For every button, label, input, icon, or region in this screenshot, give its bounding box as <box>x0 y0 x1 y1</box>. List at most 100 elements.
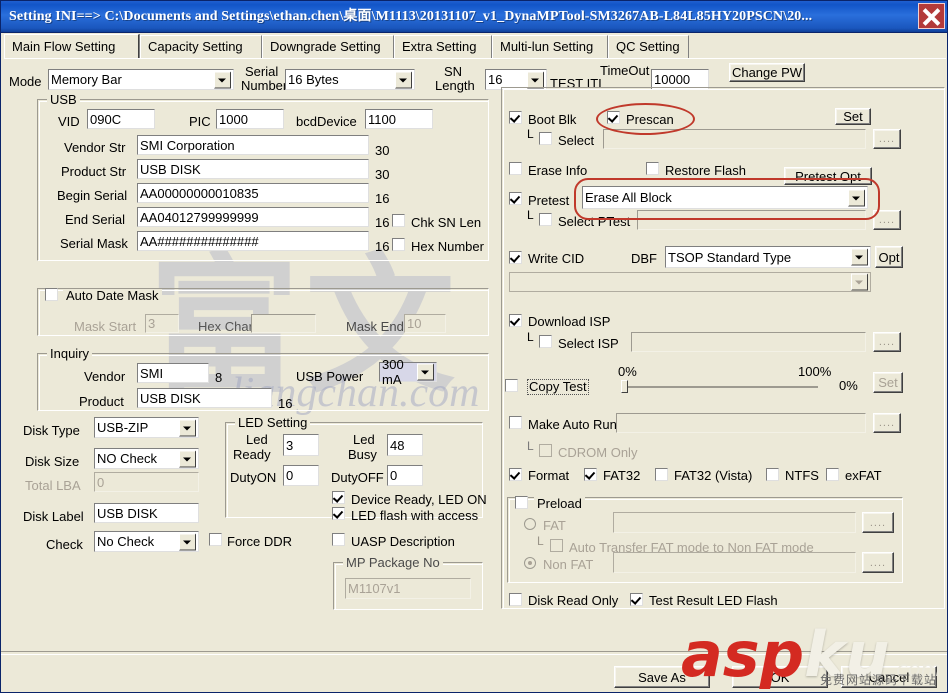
disk-size-value: NO Check <box>97 451 157 466</box>
pretest-checkbox[interactable] <box>509 192 522 205</box>
window-title: Setting INI==> C:\Documents and Settings… <box>9 5 812 25</box>
usb-power-label: USB Power <box>296 370 363 384</box>
format-checkbox[interactable] <box>509 468 522 481</box>
duty-off-input[interactable]: 0 <box>387 465 423 486</box>
serial-mask-input[interactable]: AA############## <box>137 231 369 251</box>
pid-input[interactable]: 1000 <box>216 109 284 129</box>
hex-number-label: Hex Number <box>411 240 484 254</box>
boot-select-browse-button[interactable]: .... <box>873 129 901 149</box>
check-value: No Check <box>97 534 154 549</box>
mode-select[interactable]: Memory Bar <box>48 69 234 90</box>
disk-read-only-checkbox[interactable] <box>509 593 522 606</box>
preload-checkbox[interactable] <box>515 496 528 509</box>
test-result-led-checkbox[interactable] <box>630 593 643 606</box>
end-serial-input[interactable]: AA04012799999999 <box>137 207 369 227</box>
copy-test-slider-thumb[interactable] <box>621 380 628 393</box>
pretest-opt-button[interactable]: Pretest Opt <box>784 167 872 185</box>
vid-input[interactable]: 090C <box>87 109 155 129</box>
dbf-opt-button[interactable]: Opt <box>875 246 903 268</box>
fat-browse-button[interactable]: .... <box>862 512 894 533</box>
write-cid-checkbox[interactable] <box>509 251 522 264</box>
tab-capacity-setting[interactable]: Capacity Setting <box>140 35 262 58</box>
uasp-description-checkbox[interactable] <box>332 533 345 546</box>
led-flash-access-checkbox[interactable] <box>332 507 345 520</box>
disk-label-input[interactable]: USB DISK <box>94 503 199 523</box>
hex-char-input[interactable] <box>251 314 316 333</box>
tab-main-flow-setting[interactable]: Main Flow Setting <box>4 34 139 59</box>
duty-on-input[interactable]: 0 <box>283 465 319 486</box>
fat32-checkbox[interactable] <box>584 468 597 481</box>
exfat-checkbox[interactable] <box>826 468 839 481</box>
save-as-button[interactable]: Save As <box>614 666 710 688</box>
fat-path-input[interactable] <box>613 512 856 533</box>
vendor-str-input[interactable]: SMI Corporation <box>137 135 369 155</box>
mp-package-input: M1107v1 <box>345 578 471 599</box>
prescan-checkbox[interactable] <box>607 111 620 124</box>
erase-info-checkbox[interactable] <box>509 162 522 175</box>
non-fat-radio[interactable] <box>524 557 536 569</box>
copy-test-checkbox[interactable] <box>505 379 518 392</box>
fat-radio[interactable] <box>524 518 536 530</box>
mask-start-input[interactable]: 3 <box>145 314 179 333</box>
pretest-select[interactable]: Erase All Block <box>582 186 868 209</box>
restore-flash-checkbox[interactable] <box>646 162 659 175</box>
copy-test-slider-track[interactable] <box>621 386 818 388</box>
make-auto-run-browse-button[interactable]: .... <box>873 413 901 433</box>
select-isp-input[interactable] <box>631 332 866 352</box>
make-auto-run-input[interactable] <box>616 413 866 433</box>
auto-date-mask-checkbox[interactable] <box>45 288 58 301</box>
led-ready-input[interactable]: 3 <box>283 434 319 456</box>
non-fat-browse-button[interactable]: .... <box>862 552 894 573</box>
browse-dots-label: .... <box>870 517 886 529</box>
fat32-vista-checkbox[interactable] <box>655 468 668 481</box>
cdrom-only-checkbox[interactable] <box>539 444 552 457</box>
tab-qc-setting[interactable]: QC Setting <box>608 35 689 58</box>
chk-sn-len-checkbox[interactable] <box>392 214 405 227</box>
copy-test-set-button[interactable]: Set <box>873 372 903 393</box>
change-pw-button[interactable]: Change PW <box>729 63 805 82</box>
inquiry-product-input[interactable]: USB DISK <box>137 388 272 408</box>
select-isp-browse-button[interactable]: .... <box>873 332 901 352</box>
close-icon[interactable] <box>918 3 945 29</box>
tab-downgrade-setting[interactable]: Downgrade Setting <box>262 35 394 58</box>
browse-dots-label: .... <box>879 417 895 429</box>
inquiry-vendor-input[interactable]: SMI <box>137 363 209 383</box>
dbf-sub-select[interactable] <box>509 272 871 292</box>
timeout-label: TimeOut <box>600 64 649 78</box>
auto-transfer-fat-checkbox[interactable] <box>550 539 563 552</box>
dbf-select[interactable]: TSOP Standard Type <box>665 246 871 268</box>
force-ddr-checkbox[interactable] <box>209 533 222 546</box>
ntfs-checkbox[interactable] <box>766 468 779 481</box>
select-isp-checkbox[interactable] <box>539 335 552 348</box>
disk-type-select[interactable]: USB-ZIP <box>94 417 199 438</box>
led-busy-input[interactable]: 48 <box>387 434 423 456</box>
non-fat-path-input[interactable] <box>613 552 856 573</box>
hex-number-checkbox[interactable] <box>392 238 405 251</box>
boot-set-button[interactable]: Set <box>835 108 871 125</box>
download-isp-checkbox[interactable] <box>509 314 522 327</box>
select-ptest-browse-button[interactable]: .... <box>873 210 901 230</box>
total-lba-input: 0 <box>94 472 199 492</box>
tab-multi-lun-setting[interactable]: Multi-lun Setting <box>492 35 608 58</box>
check-select[interactable]: No Check <box>94 531 199 552</box>
begin-serial-input[interactable]: AA00000000010835 <box>137 183 369 203</box>
serial-number-select[interactable]: 16 Bytes <box>285 69 415 90</box>
chevron-down-icon <box>848 189 865 206</box>
boot-select-input[interactable] <box>603 129 866 149</box>
mask-end-input[interactable]: 10 <box>404 314 446 333</box>
cancel-button[interactable]: Cancel <box>841 666 937 688</box>
usb-power-select[interactable]: 300 mA <box>379 362 437 382</box>
disk-size-select[interactable]: NO Check <box>94 448 199 469</box>
select-ptest-input[interactable] <box>637 210 866 230</box>
product-str-input[interactable]: USB DISK <box>137 159 369 179</box>
boot-blk-checkbox[interactable] <box>509 111 522 124</box>
bcddevice-input[interactable]: 1100 <box>365 109 433 129</box>
vid-value: 090C <box>90 113 121 126</box>
serial-number-label-2: Number <box>241 79 287 93</box>
tab-extra-setting[interactable]: Extra Setting <box>394 35 492 58</box>
select-ptest-checkbox[interactable] <box>539 213 552 226</box>
boot-select-checkbox[interactable] <box>539 132 552 145</box>
ok-button[interactable]: OK <box>732 666 828 688</box>
make-auto-run-checkbox[interactable] <box>509 416 522 429</box>
device-ready-led-checkbox[interactable] <box>332 491 345 504</box>
